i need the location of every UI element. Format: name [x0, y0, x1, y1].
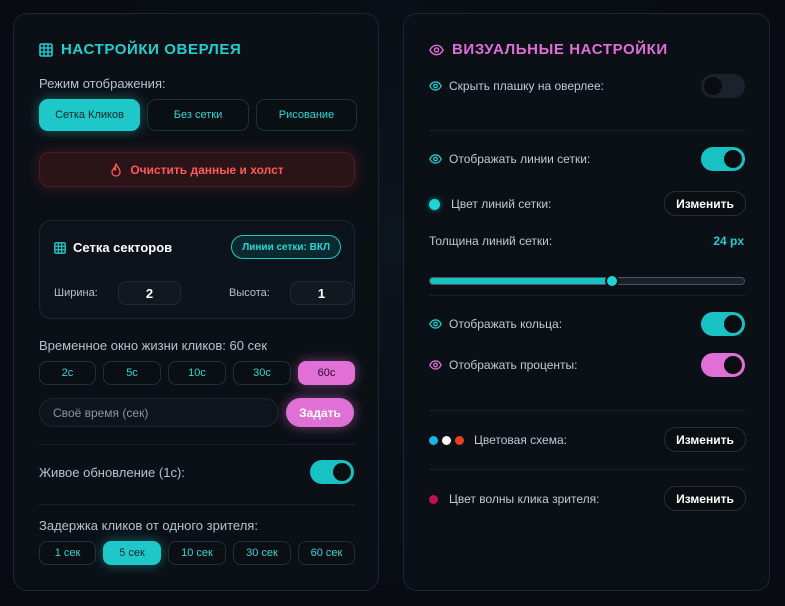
- show-percent-toggle[interactable]: [701, 353, 745, 377]
- show-percent-row: Отображать проценты:: [429, 358, 577, 372]
- show-rings-toggle[interactable]: [701, 312, 745, 336]
- height-input[interactable]: 1: [290, 281, 353, 305]
- slider-thumb[interactable]: [605, 274, 620, 288]
- change-color-scheme-button[interactable]: Изменить: [664, 427, 746, 452]
- click-wave-color-row: Цвет волны клика зрителя:: [429, 492, 599, 506]
- change-click-wave-color-button[interactable]: Изменить: [664, 486, 746, 511]
- mode-no-grid-button[interactable]: Без сетки: [147, 99, 249, 131]
- grid-icon: [39, 42, 53, 57]
- height-label: Высота:: [229, 287, 270, 299]
- click-wave-label: Цвет волны клика зрителя:: [449, 492, 600, 506]
- delay-10s-button[interactable]: 10 сек: [168, 541, 226, 565]
- set-time-button[interactable]: Задать: [286, 398, 354, 427]
- delay-1s-button[interactable]: 1 сек: [39, 541, 96, 565]
- width-label: Ширина:: [54, 287, 98, 299]
- delay-5s-button[interactable]: 5 сек: [103, 541, 161, 565]
- toggle-knob: [724, 315, 742, 333]
- overlay-settings-title: НАСТРОЙКИ ОВЕРЛЕЯ: [61, 41, 242, 58]
- live-update-label: Живое обновление (1с):: [39, 465, 185, 480]
- sector-grid-header: Сетка секторов: [54, 240, 172, 255]
- show-rings-row: Отображать кольца:: [429, 317, 562, 331]
- overlay-settings-header: НАСТРОЙКИ ОВЕРЛЕЯ: [39, 41, 241, 58]
- divider: [39, 444, 355, 445]
- hide-plate-row: Скрыть плашку на оверлее:: [429, 79, 604, 93]
- eye-icon: [429, 319, 442, 329]
- grid-color-row: Цвет линий сетки:: [429, 197, 551, 211]
- lifetime-10s-button[interactable]: 10с: [168, 361, 226, 385]
- show-grid-lines-toggle[interactable]: [701, 147, 745, 171]
- grid-color-swatch: [429, 198, 440, 210]
- toggle-knob: [724, 356, 742, 374]
- toggle-knob: [724, 150, 742, 168]
- grid-color-label: Цвет линий сетки:: [451, 197, 552, 211]
- lifetime-5s-button[interactable]: 5с: [103, 361, 161, 385]
- click-lifetime-selector: 2с 5с 10с 30с 60с: [39, 361, 355, 385]
- grid-thickness-slider[interactable]: [429, 274, 745, 288]
- overlay-settings-panel: НАСТРОЙКИ ОВЕРЛЕЯ Режим отображения: Сет…: [13, 13, 379, 591]
- divider: [429, 130, 745, 131]
- visual-settings-panel: ВИЗУАЛЬНЫЕ НАСТРОЙКИ Скрыть плашку на ов…: [403, 13, 770, 591]
- hide-plate-label: Скрыть плашку на оверлее:: [449, 79, 604, 93]
- color-scheme-label: Цветовая схема:: [474, 433, 567, 447]
- live-update-toggle[interactable]: [310, 460, 354, 484]
- scheme-swatch-white: [442, 435, 451, 445]
- viewer-delay-selector: 1 сек 5 сек 10 сек 30 сек 60 сек: [39, 541, 355, 565]
- show-percent-label: Отображать проценты:: [449, 358, 578, 372]
- delay-60s-button[interactable]: 60 сек: [298, 541, 355, 565]
- divider: [39, 504, 355, 505]
- display-mode-label: Режим отображения:: [39, 76, 166, 91]
- clear-data-button[interactable]: Очистить данные и холст: [39, 152, 355, 187]
- divider: [429, 295, 745, 296]
- delay-30s-button[interactable]: 30 сек: [233, 541, 291, 565]
- color-scheme-swatches: [429, 435, 464, 445]
- show-grid-lines-row: Отображать линии сетки:: [429, 152, 590, 166]
- click-lifetime-label: Временное окно жизни кликов: 60 сек: [39, 338, 268, 353]
- mode-drawing-button[interactable]: Рисование: [256, 99, 357, 131]
- toggle-knob: [704, 77, 722, 95]
- width-input[interactable]: 2: [118, 281, 181, 305]
- visual-settings-title: ВИЗУАЛЬНЫЕ НАСТРОЙКИ: [452, 41, 668, 58]
- scheme-swatch-blue: [429, 435, 438, 445]
- mode-click-grid-button[interactable]: Сетка Кликов: [39, 99, 140, 131]
- custom-time-input[interactable]: Своё время (сек): [39, 398, 279, 427]
- grid-thickness-label: Толщина линий сетки:: [429, 234, 553, 248]
- eye-icon: [429, 360, 442, 370]
- visual-settings-header: ВИЗУАЛЬНЫЕ НАСТРОЙКИ: [429, 41, 668, 58]
- show-rings-label: Отображать кольца:: [449, 317, 563, 331]
- grid-icon: [54, 241, 66, 254]
- eye-icon: [429, 44, 444, 56]
- lifetime-30s-button[interactable]: 30с: [233, 361, 291, 385]
- grid-thickness-value: 24 px: [713, 234, 744, 248]
- grid-lines-status-pill[interactable]: Линии сетки: ВКЛ: [231, 235, 341, 259]
- eye-icon: [429, 81, 442, 91]
- click-wave-swatch: [429, 494, 438, 504]
- divider: [429, 410, 745, 411]
- sector-grid-card: Сетка секторов Линии сетки: ВКЛ Ширина: …: [39, 220, 355, 319]
- color-scheme-row: Цветовая схема:: [429, 433, 567, 447]
- hide-plate-toggle[interactable]: [701, 74, 745, 98]
- change-grid-color-button[interactable]: Изменить: [664, 191, 746, 216]
- show-grid-lines-label: Отображать линии сетки:: [449, 152, 591, 166]
- sector-grid-title: Сетка секторов: [73, 240, 173, 255]
- toggle-knob: [333, 463, 351, 481]
- scheme-swatch-red: [455, 435, 464, 445]
- clear-data-label: Очистить данные и холст: [130, 162, 284, 177]
- eye-icon: [429, 154, 442, 164]
- slider-fill: [430, 278, 613, 284]
- fire-icon: [110, 162, 122, 177]
- divider: [429, 469, 745, 470]
- viewer-delay-label: Задержка кликов от одного зрителя:: [39, 518, 258, 533]
- display-mode-selector: Сетка Кликов Без сетки Рисование: [39, 99, 357, 131]
- lifetime-60s-button[interactable]: 60с: [298, 361, 355, 385]
- lifetime-2s-button[interactable]: 2с: [39, 361, 96, 385]
